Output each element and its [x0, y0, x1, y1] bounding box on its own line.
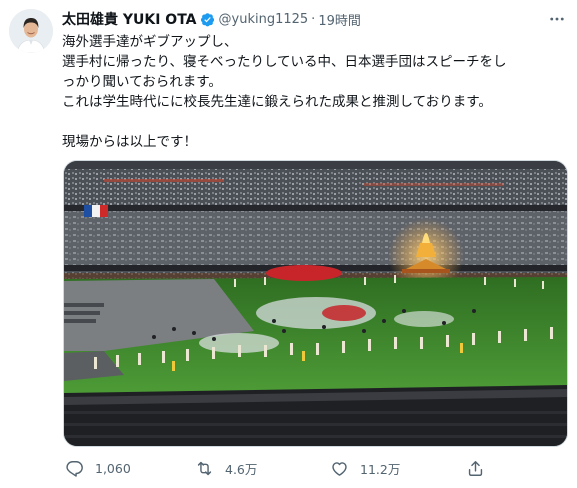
- retweet-icon: [197, 461, 212, 475]
- author-display-name[interactable]: 太田雄貴 YUKI OTA: [62, 9, 197, 29]
- reply-count: 1,060: [95, 460, 131, 476]
- tweet-text-line: っかり聞いておられます。: [62, 74, 222, 90]
- reply-icon: [66, 460, 83, 477]
- avatar[interactable]: [9, 9, 53, 53]
- tweet-text-line: 現場からは以上です！: [62, 134, 197, 150]
- tweet-actions: 1,060 4.6万 11.2万: [62, 457, 567, 479]
- tweet-text-line: これは学生時代にに校長先生達に鍛えられた成果と推測しております。: [62, 94, 492, 110]
- verified-badge-icon: [200, 12, 215, 27]
- retweet-count: 4.6万: [225, 461, 258, 477]
- tweet-text-line: 海外選手達がギブアップし、: [62, 34, 238, 50]
- share-icon: [468, 460, 483, 476]
- tweet-text-line: 選手村に帰ったり、寝そべったりしている中、日本選手団はスピーチをし: [62, 54, 507, 70]
- reply-button[interactable]: 1,060: [65, 457, 131, 479]
- author-handle[interactable]: @yuking1125: [219, 12, 309, 27]
- separator-dot: ·: [311, 11, 316, 27]
- tweet-text-blank-line: [62, 112, 567, 132]
- tweet-card: 太田雄貴 YUKI OTA @yuking1125 · 19時間 海外選手達がギ…: [0, 0, 577, 488]
- stadium-photo-image: [64, 161, 567, 446]
- retweet-button[interactable]: 4.6万: [195, 457, 257, 479]
- tweet-header: 太田雄貴 YUKI OTA @yuking1125 · 19時間: [62, 9, 361, 29]
- tweet-text: 海外選手達がギブアップし、 選手村に帰ったり、寝そべったりしている中、日本選手団…: [62, 32, 567, 152]
- heart-icon: [332, 461, 347, 476]
- tweet-timestamp[interactable]: 19時間: [318, 10, 361, 29]
- share-button[interactable]: [466, 457, 485, 479]
- like-count: 11.2万: [360, 461, 401, 477]
- more-options-icon[interactable]: [547, 9, 567, 29]
- like-button[interactable]: 11.2万: [330, 457, 400, 479]
- tweet-photo[interactable]: [63, 160, 568, 447]
